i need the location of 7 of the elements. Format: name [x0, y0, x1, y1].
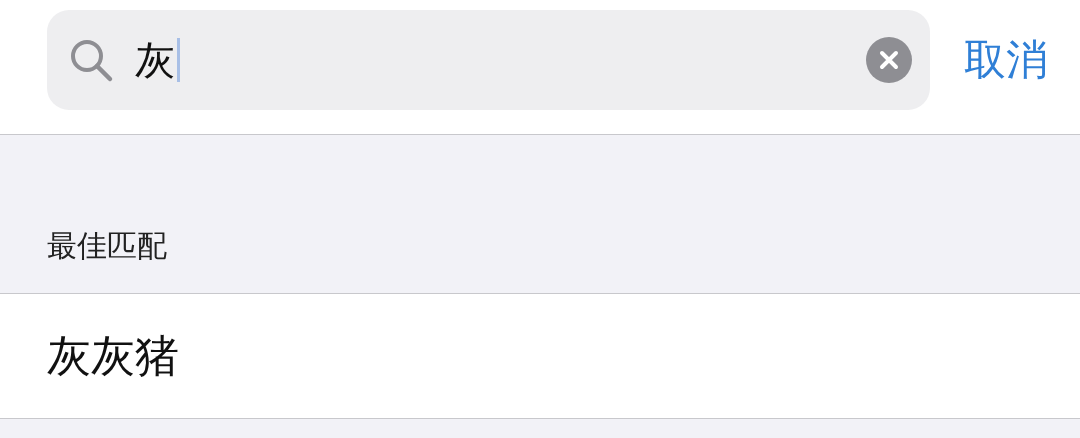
clear-button[interactable] — [866, 37, 912, 83]
result-row[interactable]: 灰灰猪 — [0, 294, 1080, 419]
cancel-button[interactable]: 取消 — [964, 32, 1048, 88]
close-icon — [879, 50, 899, 70]
search-field[interactable]: 灰 — [47, 10, 930, 110]
text-cursor — [177, 38, 180, 82]
section-header: 最佳匹配 — [47, 227, 167, 265]
